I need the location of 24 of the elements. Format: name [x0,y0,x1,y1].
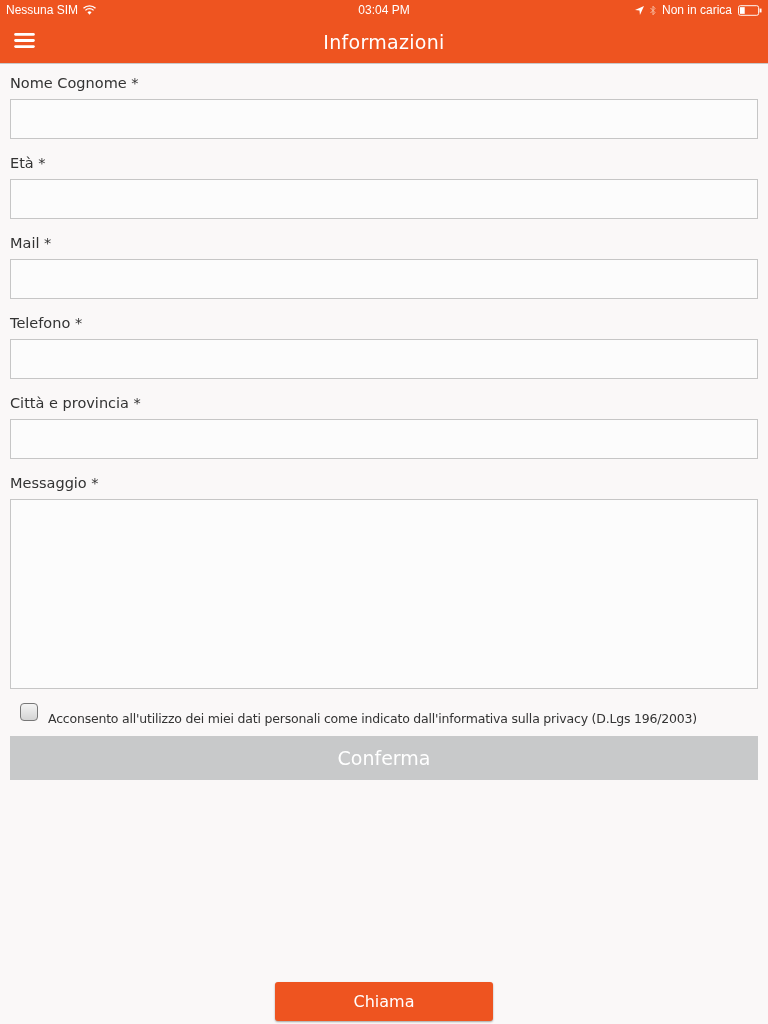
battery-status: Non in carica [661,3,732,17]
message-field[interactable] [10,499,758,689]
wifi-icon [83,5,97,15]
input-field[interactable] [10,259,758,299]
menu-icon[interactable] [14,33,35,48]
field-label: Nome Cognome * [10,74,139,93]
field-label: Città e provincia * [10,394,141,413]
location-arrow-icon [634,5,644,15]
carrier-name: Nessuna SIM [6,3,79,17]
input-field[interactable] [10,339,758,379]
call-button[interactable]: Chiama [275,982,493,1021]
field-label: Età * [10,154,46,173]
consent-text: Acconsento all'utilizzo dei miei dati personali come indicato dall'informativa sulla privacy (D.Lgs 196/2003) [48,711,698,727]
input-field[interactable] [10,99,758,139]
consent-checkbox[interactable] [20,703,38,721]
input-field[interactable] [10,179,758,219]
status-time: 03:04 PM [358,3,410,17]
page-title: Informazioni [323,29,445,54]
input-field[interactable] [10,419,758,459]
field-label: Telefono * [10,314,83,333]
battery-icon [738,4,762,16]
field-label: Messaggio * [10,474,99,493]
bluetooth-icon [649,4,656,16]
field-label: Mail * [10,234,52,253]
